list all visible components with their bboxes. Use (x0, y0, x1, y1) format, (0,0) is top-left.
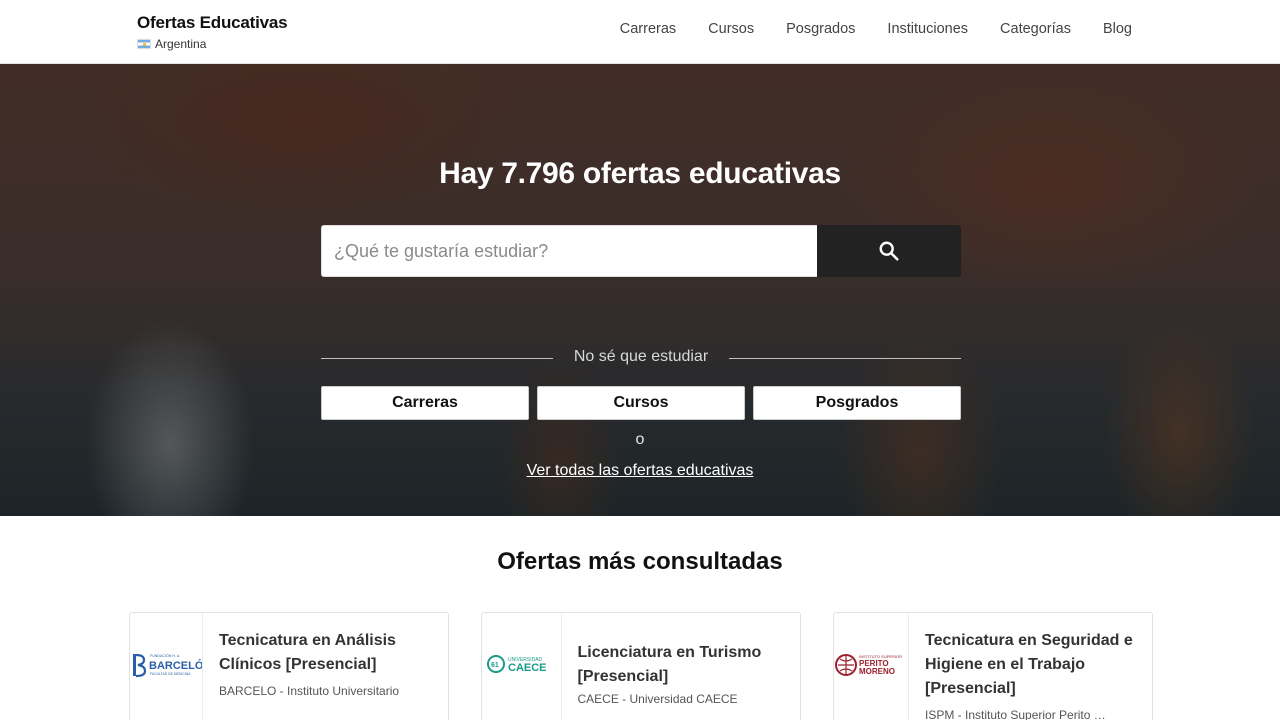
divider: No sé que estudiar (321, 348, 961, 368)
cursos-button[interactable]: Cursos (537, 386, 745, 420)
main-nav: Carreras Cursos Posgrados Instituciones … (620, 21, 1132, 37)
card-body: Tecnicatura en Seguridad e Higiene en el… (909, 613, 1152, 720)
nav-posgrados[interactable]: Posgrados (786, 21, 855, 37)
divider-text: No sé que estudiar (573, 348, 709, 365)
hero-title: Hay 7.796 ofertas educativas (439, 157, 841, 190)
svg-text:FACULTAD DE MEDICINA: FACULTAD DE MEDICINA (150, 672, 191, 676)
search-button[interactable] (817, 225, 961, 277)
nav-categorias[interactable]: Categorías (1000, 21, 1071, 37)
svg-text:CAECE: CAECE (508, 662, 547, 674)
offer-institution: CAECE - Universidad CAECE (577, 692, 738, 706)
offer-card[interactable]: INSTITUTO SUPERIOR PERITO MORENO Tecnica… (833, 612, 1153, 720)
offer-institution: BARCELO - Instituto Universitario (219, 684, 400, 698)
category-buttons: Carreras Cursos Posgrados (321, 386, 961, 420)
hero-section: Hay 7.796 ofertas educativas No sé que e… (0, 64, 1280, 516)
institution-logo: 61 UNIVERSIDAD CAECE (482, 613, 562, 720)
search-input[interactable] (321, 225, 817, 277)
svg-text:FUNDACIÓN H. A.: FUNDACIÓN H. A. (150, 653, 180, 658)
institution-logo: INSTITUTO SUPERIOR PERITO MORENO (834, 613, 909, 720)
offer-card[interactable]: FUNDACIÓN H. A. BARCELÓ FACULTAD DE MEDI… (129, 612, 449, 720)
caece-logo-icon: 61 UNIVERSIDAD CAECE (487, 655, 547, 674)
offer-title[interactable]: Licenciatura en Turismo [Presencial] (578, 641, 787, 689)
svg-text:MORENO: MORENO (859, 667, 895, 676)
carreras-button[interactable]: Carreras (321, 386, 529, 420)
offer-institution: ISPM - Instituto Superior Perito Moreno (925, 708, 1109, 720)
nav-carreras[interactable]: Carreras (620, 21, 676, 37)
or-text: o (635, 431, 645, 448)
offer-title[interactable]: Tecnicatura en Seguridad e Higiene en el… (925, 629, 1138, 701)
argentina-flag-icon (137, 39, 151, 49)
nav-blog[interactable]: Blog (1103, 21, 1132, 37)
search-icon (879, 241, 899, 261)
country-selector[interactable]: Argentina (137, 37, 287, 51)
offer-title[interactable]: Tecnicatura en Análisis Clínicos [Presen… (219, 629, 434, 677)
card-body: Tecnicatura en Análisis Clínicos [Presen… (203, 613, 448, 720)
all-offers-link[interactable]: Ver todas las ofertas educativas (527, 462, 754, 479)
search-bar (321, 225, 961, 277)
perito-moreno-logo-icon: INSTITUTO SUPERIOR PERITO MORENO (835, 654, 902, 676)
svg-text:61: 61 (491, 662, 499, 669)
brand[interactable]: Ofertas Educativas Argentina (137, 13, 288, 51)
barcelo-logo-icon: FUNDACIÓN H. A. BARCELÓ FACULTAD DE MEDI… (133, 653, 202, 678)
institution-logo: FUNDACIÓN H. A. BARCELÓ FACULTAD DE MEDI… (130, 613, 203, 720)
country-label: Argentina (155, 37, 207, 51)
posgrados-button[interactable]: Posgrados (753, 386, 961, 420)
nav-instituciones[interactable]: Instituciones (887, 21, 968, 37)
site-header: Ofertas Educativas Argentina Carreras Cu… (0, 0, 1280, 64)
brand-title[interactable]: Ofertas Educativas (137, 13, 288, 33)
card-body: Licenciatura en Turismo [Presencial] CAE… (562, 613, 801, 720)
svg-text:BARCELÓ: BARCELÓ (149, 659, 202, 672)
all-offers-link-wrap: Ver todas las ofertas educativas (0, 462, 1280, 480)
divider-line-right (729, 358, 961, 359)
featured-cards: FUNDACIÓN H. A. BARCELÓ FACULTAD DE MEDI… (129, 612, 1153, 720)
featured-title: Ofertas más consultadas (497, 548, 783, 575)
nav-cursos[interactable]: Cursos (708, 21, 754, 37)
offer-card[interactable]: 61 UNIVERSIDAD CAECE Licenciatura en Tur… (481, 612, 801, 720)
